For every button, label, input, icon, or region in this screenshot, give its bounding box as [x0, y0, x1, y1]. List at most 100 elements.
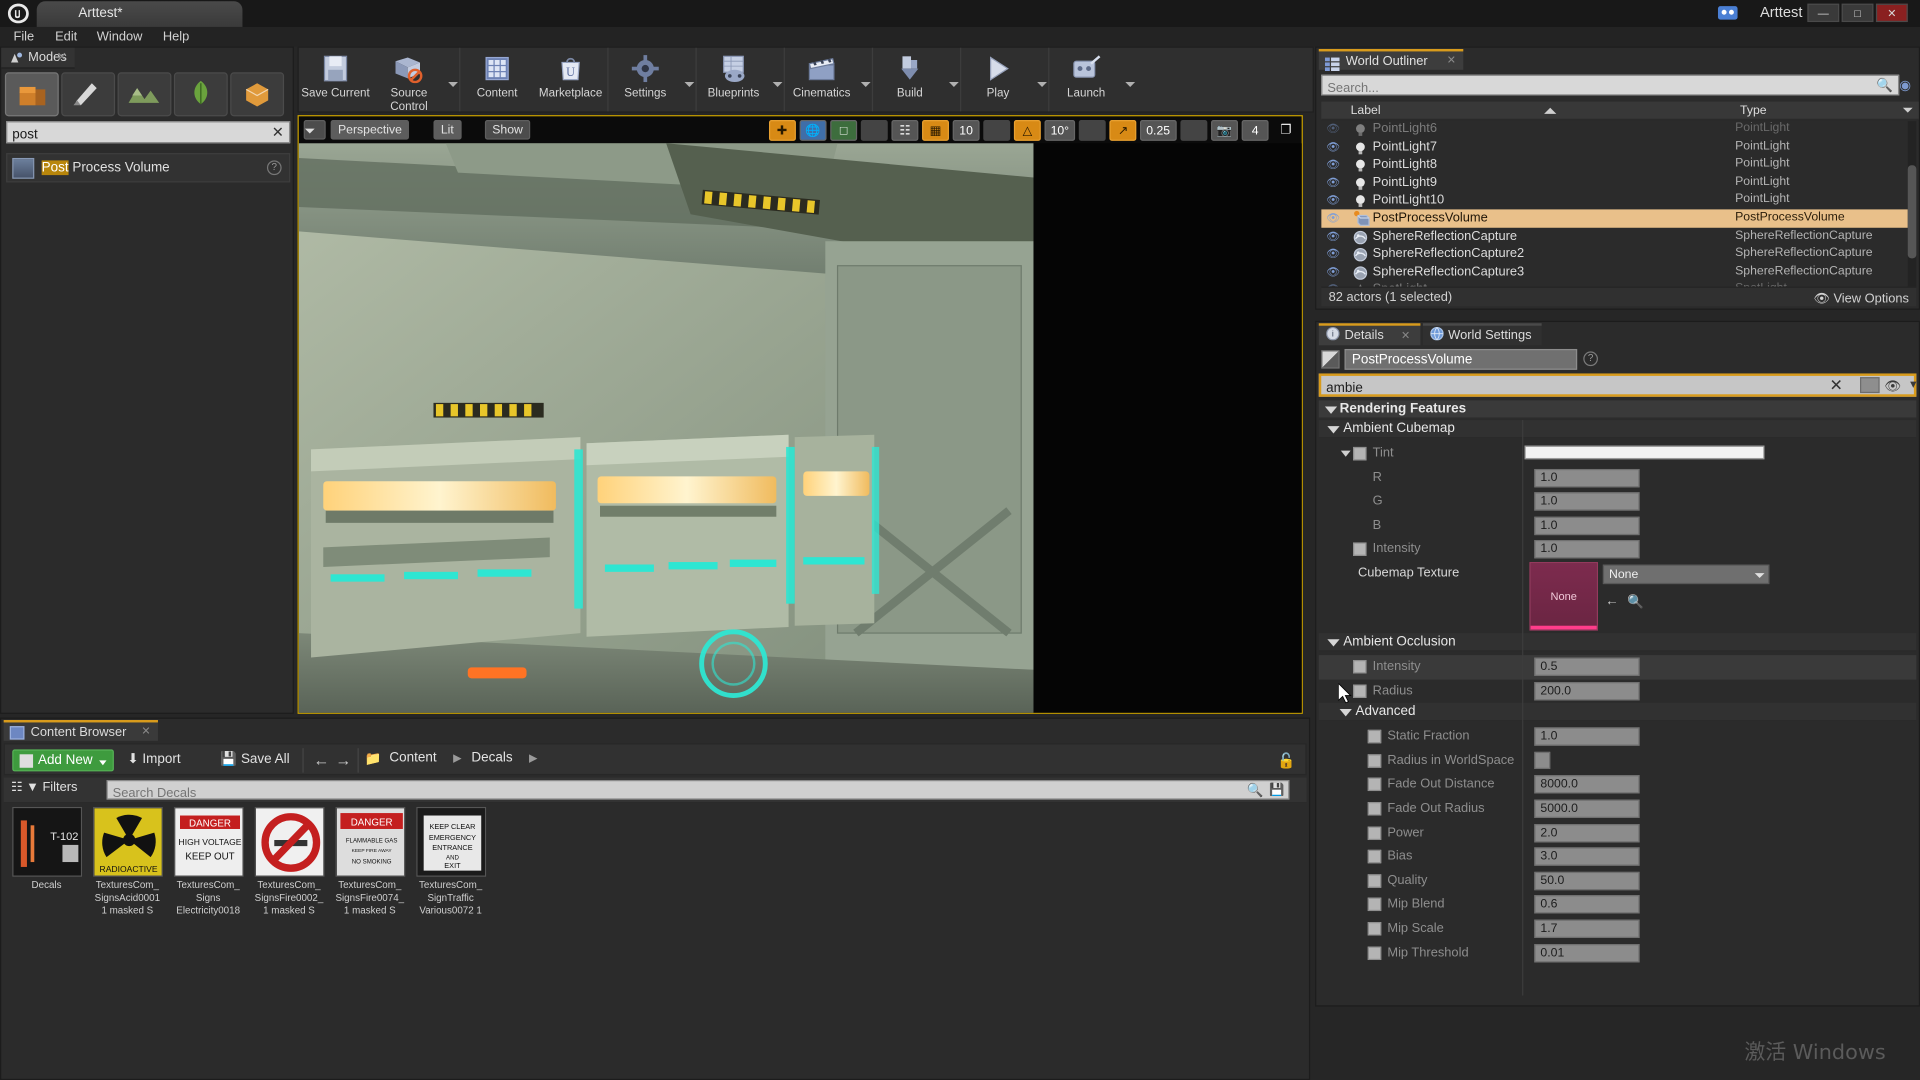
property-row-cubemap-texture[interactable]: Cubemap Texture None None ← 🔍	[1319, 562, 1917, 631]
asset-item[interactable]: RADIOACTIVE TexturesCom_ SignsAcid0001 1 ma…	[87, 806, 168, 917]
property-override-checkbox[interactable]	[1367, 730, 1382, 744]
visibility-eye-icon[interactable]: 👁	[1326, 158, 1341, 170]
play-caret-icon[interactable]	[1035, 48, 1048, 112]
viewport-lit-button[interactable]: Lit	[433, 120, 462, 140]
column-filter-icon[interactable]	[1902, 107, 1913, 113]
menu-help[interactable]: Help	[157, 28, 196, 45]
property-override-checkbox[interactable]	[1367, 754, 1382, 768]
keep-clear-thumb[interactable]: KEEP CLEAR EMERGENCY ENTRANCE AND EXIT	[415, 806, 486, 877]
content-browser-tab[interactable]: Content Browser ✕	[3, 720, 158, 741]
property-value-field[interactable]: 8000.0	[1534, 775, 1640, 794]
details-settings-caret-icon[interactable]: ▾	[1910, 378, 1916, 391]
content-search-icon[interactable]: 🔍	[1247, 782, 1264, 799]
details-filter-clear-icon[interactable]: ✕	[1830, 376, 1843, 396]
grid-snap-icon[interactable]: ▦	[921, 120, 949, 141]
viewport-options-button[interactable]	[303, 120, 326, 140]
camera-speed-icon[interactable]: 📷	[1210, 120, 1238, 141]
outliner-close-icon[interactable]: ✕	[1447, 54, 1456, 67]
world-outliner-tab[interactable]: World Outliner ✕	[1318, 48, 1464, 72]
property-row-radius[interactable]: Radius 200.0	[1319, 679, 1917, 703]
outliner-scrollbar[interactable]	[1907, 121, 1917, 288]
close-button[interactable]: ✕	[1875, 3, 1908, 23]
toolbar-source-control[interactable]: Source Control	[372, 48, 445, 114]
column-label-header[interactable]: Label	[1351, 104, 1381, 117]
property-row-mip-blend[interactable]: Mip Blend 0.6	[1319, 893, 1917, 917]
property-row-mip-threshold[interactable]: Mip Threshold 0.01	[1319, 941, 1917, 965]
tab-details[interactable]: i Details ✕	[1318, 323, 1420, 346]
radioactive-thumb[interactable]: RADIOACTIVE	[92, 806, 163, 877]
maximize-viewport-icon[interactable]: ❐	[1272, 120, 1299, 141]
menu-edit[interactable]: Edit	[49, 28, 83, 45]
property-value-field[interactable]: 1.0	[1534, 468, 1640, 487]
visibility-eye-icon[interactable]: 👁	[1326, 140, 1341, 152]
property-value-field[interactable]: 200.0	[1534, 681, 1640, 700]
property-row-fade-out-radius[interactable]: Fade Out Radius 5000.0	[1319, 797, 1917, 821]
content-search-input[interactable]	[107, 784, 1210, 803]
property-row-g[interactable]: G 1.0	[1319, 490, 1917, 514]
mode-paint[interactable]	[61, 72, 116, 117]
property-override-checkbox[interactable]	[1353, 542, 1367, 557]
property-row-power[interactable]: Power 2.0	[1319, 821, 1917, 845]
color-swatch[interactable]	[1524, 445, 1765, 460]
mode-geometry[interactable]	[230, 72, 285, 117]
modes-close-icon[interactable]: ✕	[56, 51, 66, 64]
outliner-pin-icon[interactable]: ◉	[1899, 77, 1915, 93]
property-row-fade-out-distance[interactable]: Fade Out Distance 8000.0	[1319, 773, 1917, 797]
asset-thumbnail[interactable]: None	[1529, 562, 1598, 631]
minimize-button[interactable]: —	[1807, 3, 1840, 23]
table-row[interactable]: 👁 PointLight8 PointLight	[1321, 156, 1910, 174]
toolbar-build[interactable]: Build	[873, 48, 946, 112]
content-browser-lock-icon[interactable]: 🔓	[1277, 752, 1295, 769]
visibility-eye-icon[interactable]: 👁	[1326, 194, 1341, 206]
view-options-button[interactable]: 👁 View Options	[1814, 290, 1909, 306]
save-search-icon[interactable]: 💾	[1269, 784, 1284, 797]
property-override-checkbox[interactable]	[1367, 778, 1382, 792]
toolbar-launch[interactable]: Launch	[1049, 48, 1122, 112]
property-override-checkbox[interactable]	[1353, 446, 1367, 461]
property-row-r[interactable]: R 1.0	[1319, 466, 1917, 490]
grid-snap-value[interactable]: 10	[952, 120, 980, 141]
property-value-field[interactable]: 1.0	[1534, 540, 1640, 559]
asset-item[interactable]: T-102 Decals	[6, 806, 87, 917]
add-new-button[interactable]: Add New	[12, 749, 114, 772]
table-row[interactable]: 👁 SphereReflectionCapture3 SphereReflectio…	[1321, 263, 1910, 281]
scale-snap-value[interactable]: 0.25	[1140, 120, 1177, 141]
breadcrumb-content[interactable]: Content	[389, 751, 436, 766]
danger-voltage-thumb[interactable]: DANGER HIGH VOLTAGE KEEP OUT	[173, 806, 244, 877]
visibility-eye-icon[interactable]: 👁	[1326, 230, 1341, 242]
visibility-eye-icon[interactable]: 👁	[1326, 265, 1341, 277]
toolbar-blueprints[interactable]: Blueprints	[697, 48, 770, 112]
details-filter-field[interactable]: ✕ 👁 ▾	[1318, 373, 1917, 398]
details-filter-input[interactable]	[1321, 378, 1824, 398]
folder-thumb[interactable]: T-102	[11, 806, 82, 877]
property-override-checkbox[interactable]	[1367, 946, 1382, 960]
property-override-checkbox[interactable]	[1353, 683, 1367, 698]
project-tab[interactable]: Arttest*	[36, 1, 243, 27]
property-override-checkbox[interactable]	[1367, 922, 1382, 936]
section-advanced[interactable]: Advanced	[1318, 703, 1917, 722]
property-value-field[interactable]: 3.0	[1534, 847, 1640, 866]
outliner-search-input[interactable]	[1322, 78, 1874, 98]
property-value-field[interactable]: 1.0	[1534, 492, 1640, 511]
modes-tab-header[interactable]: Modes ✕	[1, 47, 75, 69]
account-name[interactable]: Arttest	[1760, 4, 1802, 21]
visibility-eye-icon[interactable]: 👁	[1326, 176, 1341, 188]
property-row-intensity[interactable]: Intensity 1.0	[1319, 538, 1917, 562]
property-row-b[interactable]: B 1.0	[1319, 514, 1917, 538]
outliner-scroll-thumb[interactable]	[1907, 165, 1917, 259]
property-value-field[interactable]: 0.5	[1534, 657, 1640, 676]
toolbar-marketplace[interactable]: U Marketplace	[534, 48, 607, 112]
section-ambient-occlusion[interactable]: Ambient Occlusion	[1318, 633, 1917, 652]
property-value-field[interactable]: 0.6	[1534, 895, 1640, 914]
menu-window[interactable]: Window	[91, 28, 149, 45]
toolbar-play[interactable]: Play	[961, 48, 1034, 112]
help-icon[interactable]: ?	[266, 160, 282, 176]
viewport-show-button[interactable]: Show	[484, 120, 531, 140]
property-row-intensity[interactable]: Intensity 0.5	[1318, 655, 1917, 680]
modes-search-input[interactable]	[7, 124, 253, 145]
mode-place[interactable]	[4, 72, 59, 117]
build-caret-icon[interactable]	[947, 48, 960, 112]
search-icon[interactable]: 🔍	[1876, 77, 1893, 93]
toolbar-settings[interactable]: Settings	[609, 48, 682, 112]
property-override-checkbox[interactable]	[1353, 660, 1367, 674]
